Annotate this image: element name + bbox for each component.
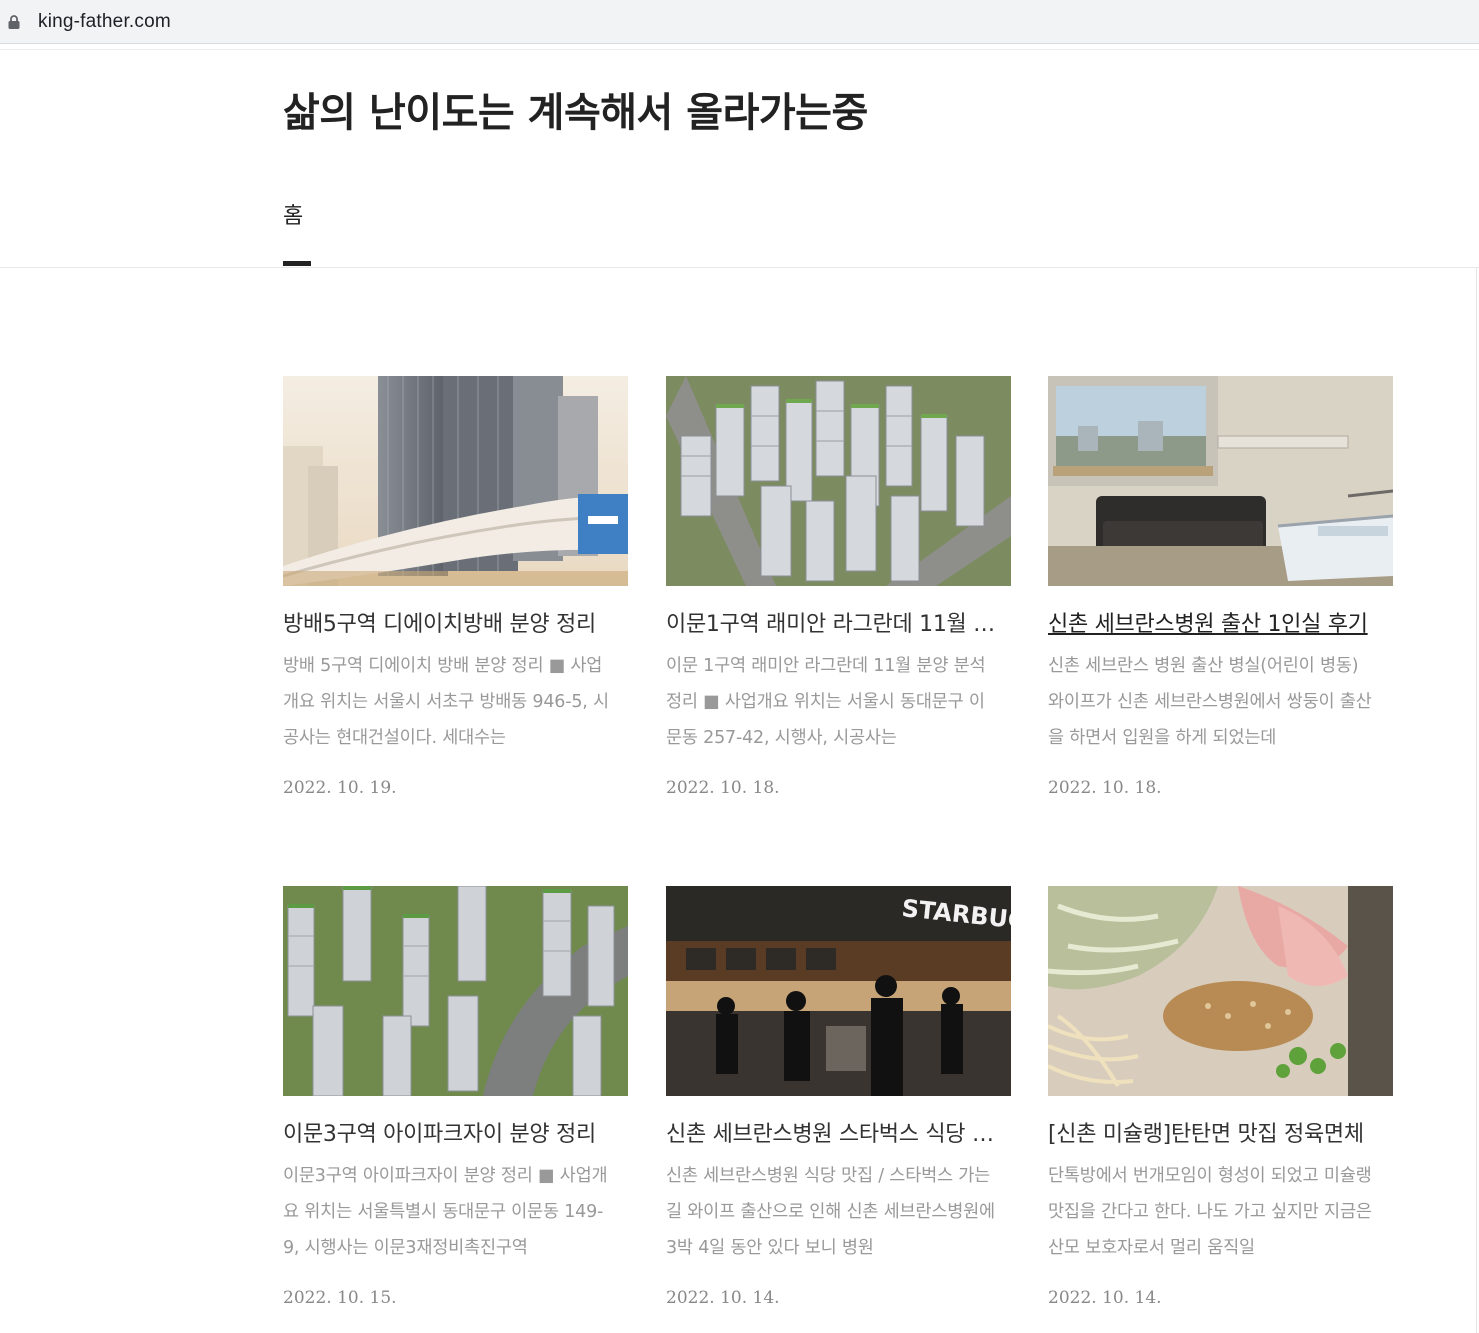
post-excerpt[interactable]: 이문 1구역 래미안 라그란데 11월 분양 분석 정리 ■ 사업개요 위치는 … — [666, 648, 996, 756]
post-card[interactable]: 이문3구역 아이파크자이 분양 정리 이문3구역 아이파크자이 분양 정리 ■ … — [283, 886, 628, 1308]
post-date: 2022. 10. 18. — [666, 778, 780, 798]
nav-active-indicator — [283, 261, 311, 266]
post-thumbnail[interactable] — [283, 886, 628, 1096]
post-card[interactable]: 이문1구역 래미안 라그란데 11월 분양 분석 이문 1구역 래미안 라그란데… — [666, 376, 1011, 798]
url-text[interactable]: king-father.com — [38, 11, 171, 33]
post-date: 2022. 10. 14. — [666, 1288, 780, 1308]
browser-url-bar[interactable]: king-father.com — [0, 0, 1479, 44]
post-date: 2022. 10. 18. — [1048, 778, 1162, 798]
post-title[interactable]: 신촌 세브란스병원 스타벅스 식당 맛집 — [666, 1120, 996, 1150]
post-date: 2022. 10. 14. — [1048, 1288, 1162, 1308]
post-card[interactable]: 신촌 세브란스병원 출산 1인실 후기 신촌 세브란스 병원 출산 병실(어린이… — [1048, 376, 1393, 798]
post-excerpt[interactable]: 방배 5구역 디에이치 방배 분양 정리 ■ 사업개요 위치는 서울시 서초구 … — [283, 648, 613, 756]
header-divider — [0, 49, 1479, 50]
post-excerpt[interactable]: 신촌 세브란스 병원 출산 병실(어린이 병동) 와이프가 신촌 세브란스병원에… — [1048, 648, 1378, 756]
nav-divider — [0, 267, 1479, 268]
post-date: 2022. 10. 19. — [283, 778, 397, 798]
post-excerpt[interactable]: 이문3구역 아이파크자이 분양 정리 ■ 사업개요 위치는 서울특별시 동대문구… — [283, 1158, 613, 1266]
post-thumbnail[interactable]: STARBUCKS — [666, 886, 1011, 1096]
post-title[interactable]: 신촌 세브란스병원 출산 1인실 후기 — [1048, 610, 1378, 640]
post-thumbnail[interactable] — [666, 376, 1011, 586]
post-thumbnail[interactable] — [1048, 376, 1393, 586]
post-card[interactable]: [신촌 미슐랭]탄탄면 맛집 정육면체 단톡방에서 번개모임이 형성이 되었고 … — [1048, 886, 1393, 1308]
lock-icon[interactable] — [8, 14, 20, 29]
post-title[interactable]: 이문1구역 래미안 라그란데 11월 분양 분석 — [666, 610, 996, 640]
post-card[interactable]: 방배5구역 디에이치방배 분양 정리 방배 5구역 디에이치 방배 분양 정리 … — [283, 376, 628, 798]
nav-item-home[interactable]: 홈 — [283, 198, 303, 230]
post-excerpt[interactable]: 단톡방에서 번개모임이 형성이 되었고 미슐랭 맛집을 간다고 한다. 나도 가… — [1048, 1158, 1378, 1266]
main-nav: 홈 — [283, 198, 303, 230]
post-thumbnail[interactable] — [1048, 886, 1393, 1096]
blog-title[interactable]: 삶의 난이도는 계속해서 올라가는중 — [283, 80, 868, 138]
post-date: 2022. 10. 15. — [283, 1288, 397, 1308]
post-title[interactable]: 이문3구역 아이파크자이 분양 정리 — [283, 1120, 613, 1150]
post-title[interactable]: [신촌 미슐랭]탄탄면 맛집 정육면체 — [1048, 1120, 1378, 1150]
post-excerpt[interactable]: 신촌 세브란스병원 식당 맛집 / 스타벅스 가는 길 와이프 출산으로 인해 … — [666, 1158, 996, 1266]
post-thumbnail[interactable] — [283, 376, 628, 586]
post-title[interactable]: 방배5구역 디에이치방배 분양 정리 — [283, 610, 613, 640]
content-edge — [1476, 268, 1477, 1333]
post-card[interactable]: STARBUCKS 신촌 세브란스병원 스타벅스 식당 맛집 신촌 세브란스병원… — [666, 886, 1011, 1308]
